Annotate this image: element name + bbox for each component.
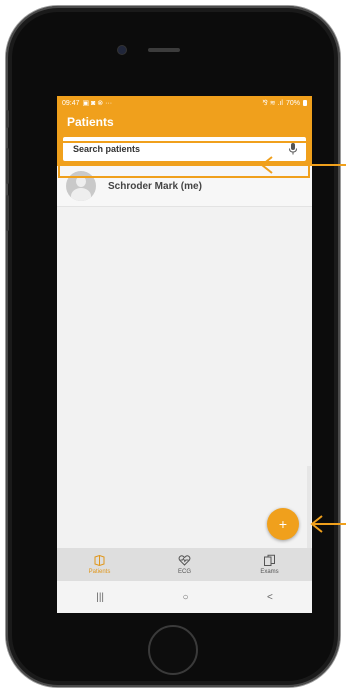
signal-icons: ⅋ ≋ .ıl: [262, 100, 283, 107]
avatar-body: [71, 188, 91, 201]
tab-exams-label: Exams: [260, 569, 279, 575]
tab-patients-label: Patients: [88, 569, 111, 575]
tab-patients[interactable]: Patients: [57, 548, 142, 581]
back-button[interactable]: <: [267, 592, 273, 603]
earpiece-speaker: [148, 48, 180, 52]
patients-icon: [94, 554, 105, 567]
ecg-heart-icon: [178, 555, 191, 566]
add-patient-button[interactable]: +: [267, 508, 299, 540]
recents-button[interactable]: |||: [96, 592, 104, 603]
page-title: Patients: [67, 115, 114, 129]
annotation-arrow-search: [260, 156, 346, 174]
exams-icon: [264, 554, 275, 566]
bottom-navigation: Patients ECG Exams: [57, 548, 312, 581]
battery-icon: [303, 100, 307, 106]
status-time: 09:47: [62, 99, 80, 107]
tab-ecg[interactable]: ECG: [142, 548, 227, 581]
home-nav-button[interactable]: ○: [182, 592, 188, 603]
notification-icons: ▣ ◙ ⊗ ···: [82, 100, 113, 107]
patient-name: Schroder Mark (me): [108, 180, 202, 192]
home-button[interactable]: [148, 625, 198, 675]
side-button: [6, 110, 9, 128]
volume-down-button: [6, 195, 9, 231]
front-camera: [118, 46, 126, 54]
annotation-arrow-fab: [310, 515, 346, 533]
tab-ecg-label: ECG: [177, 569, 191, 575]
volume-up-button: [6, 148, 9, 184]
battery-level: 70%: [285, 99, 300, 107]
tab-exams[interactable]: Exams: [227, 548, 312, 581]
app-bar: Patients: [57, 110, 312, 134]
plus-icon: +: [278, 516, 288, 532]
system-navigation: ||| ○ <: [57, 581, 312, 613]
status-bar: 09:47 ▣ ◙ ⊗ ··· ⅋ ≋ .ıl 70%: [57, 96, 312, 110]
scroll-rail: [307, 466, 311, 556]
